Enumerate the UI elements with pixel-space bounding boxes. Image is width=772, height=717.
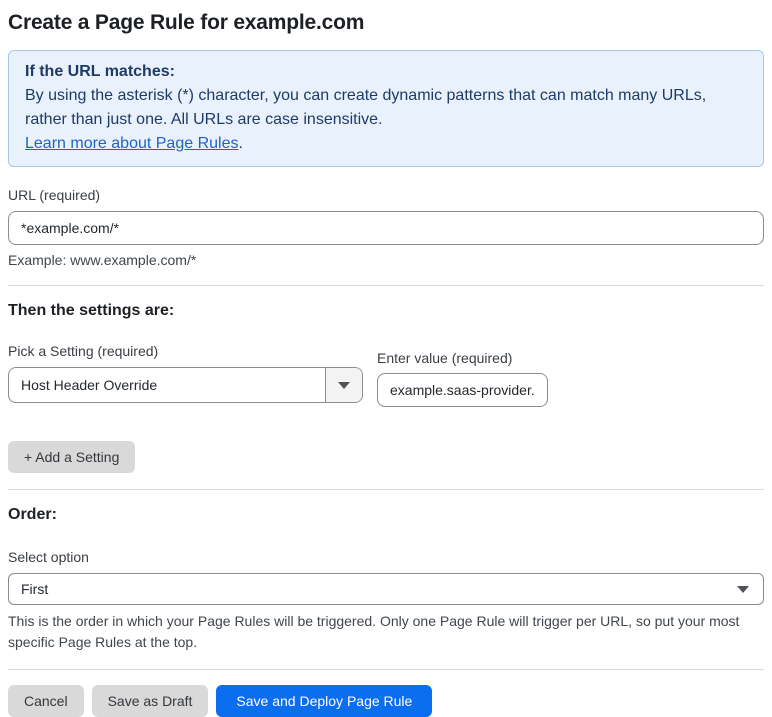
order-select[interactable]: First bbox=[8, 573, 764, 605]
setting-dropdown-arrow[interactable] bbox=[325, 368, 362, 402]
caret-down-icon bbox=[737, 586, 749, 593]
setting-picker-label: Pick a Setting (required) bbox=[8, 343, 159, 359]
info-box-link-line: Learn more about Page Rules. bbox=[25, 132, 747, 156]
save-and-deploy-button[interactable]: Save and Deploy Page Rule bbox=[216, 685, 433, 717]
setting-row: Pick a Setting (required) Host Header Ov… bbox=[8, 343, 764, 407]
setting-dropdown[interactable]: Host Header Override bbox=[8, 367, 363, 403]
order-help-text: This is the order in which your Page Rul… bbox=[8, 613, 740, 650]
info-box-body: By using the asterisk (*) character, you… bbox=[25, 87, 707, 128]
cancel-button[interactable]: Cancel bbox=[8, 685, 84, 717]
setting-value-input[interactable] bbox=[377, 373, 548, 407]
url-input[interactable] bbox=[8, 211, 764, 245]
create-page-rule-form: Create a Page Rule for example.com If th… bbox=[0, 0, 772, 717]
link-suffix: . bbox=[238, 135, 243, 152]
add-setting-button[interactable]: + Add a Setting bbox=[8, 441, 136, 473]
order-select-value: First bbox=[21, 581, 49, 597]
save-as-draft-button[interactable]: Save as Draft bbox=[91, 685, 209, 717]
url-example-text: Example: www.example.com/* bbox=[8, 252, 197, 268]
order-section-heading: Order: bbox=[8, 506, 57, 523]
order-select-label: Select option bbox=[8, 549, 89, 565]
divider bbox=[8, 489, 764, 490]
setting-value-label: Enter value (required) bbox=[377, 350, 513, 366]
divider bbox=[8, 285, 764, 286]
info-box-heading: If the URL matches: bbox=[25, 63, 175, 80]
url-field-label: URL (required) bbox=[8, 187, 101, 203]
learn-more-link[interactable]: Learn more about Page Rules bbox=[25, 135, 238, 152]
page-title: Create a Page Rule for example.com bbox=[8, 11, 365, 34]
settings-section-heading: Then the settings are: bbox=[8, 302, 175, 319]
footer-actions: Cancel Save as Draft Save and Deploy Pag… bbox=[8, 685, 764, 717]
setting-dropdown-value: Host Header Override bbox=[21, 377, 158, 393]
setting-value-column: Enter value (required) bbox=[377, 350, 548, 407]
divider bbox=[8, 669, 764, 670]
url-match-info-box: If the URL matches: By using the asteris… bbox=[8, 50, 764, 167]
caret-down-icon bbox=[338, 381, 350, 389]
setting-picker-column: Pick a Setting (required) Host Header Ov… bbox=[8, 343, 363, 407]
